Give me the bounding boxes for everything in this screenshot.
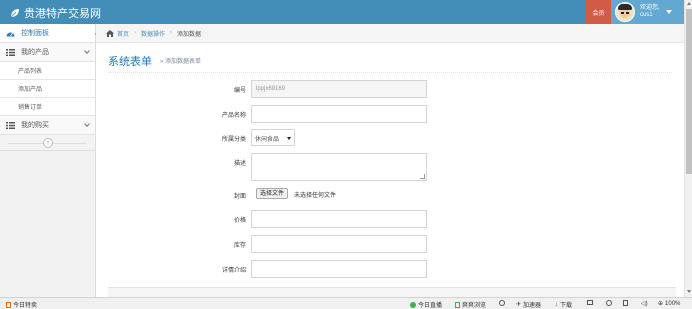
sidebar-item-label: 控制面板 xyxy=(21,30,49,37)
list-icon xyxy=(6,48,15,56)
zoom-icon: ⊕ xyxy=(658,301,664,307)
form-row-name: 产品名称 xyxy=(96,105,684,123)
list-icon xyxy=(6,121,15,129)
page-header: 系统表单 » 添加数据表单 xyxy=(108,49,672,73)
file-status-text: 未选择任何文件 xyxy=(294,193,337,199)
breadcrumb-current: 添加数据 xyxy=(177,31,202,38)
description-textarea[interactable] xyxy=(251,153,427,181)
stock-field[interactable] xyxy=(251,235,427,253)
form-row-code: 编号 lppjx69169 xyxy=(96,80,684,98)
today-sale-link[interactable]: 今日特卖 xyxy=(6,300,37,309)
detail-label: 详情介绍 xyxy=(221,268,246,274)
sidebar-collapse: « xyxy=(0,135,95,151)
leaf-icon xyxy=(10,9,19,18)
browse-link[interactable]: 爽爽浏览 xyxy=(455,300,486,309)
download-link[interactable]: ↓ 下载 xyxy=(555,300,572,309)
form-row-stock: 库存 xyxy=(96,235,684,253)
welcome-text: 欢迎您, xyxy=(640,5,660,11)
product-name-field[interactable] xyxy=(251,105,427,123)
today-sale-label: 今日特卖 xyxy=(13,303,38,309)
live-link[interactable]: 今日直播 xyxy=(410,300,442,309)
breadcrumb-data-ops[interactable]: 数据操作 xyxy=(141,29,165,38)
top-navbar: 贵港特产交易网 会员 欢迎您, cus1 xyxy=(0,0,684,24)
live-label: 今日直播 xyxy=(418,303,443,309)
sidebar-subitem-add-product[interactable]: 添加产品 xyxy=(0,80,95,98)
form-row-detail: 详情介绍 xyxy=(96,260,684,278)
sidebar: 控制面板 我的产品 产品列表 添加产品 销售订单 我的购买 « xyxy=(0,24,102,297)
code-label: 编号 xyxy=(233,88,246,94)
category-select[interactable]: 休闲食品 xyxy=(251,129,295,146)
breadcrumb-home[interactable]: 首页 xyxy=(117,29,129,38)
description-label: 描述 xyxy=(233,161,246,167)
chevron-down-icon xyxy=(84,121,90,127)
category-label: 所属分类 xyxy=(221,137,246,143)
user-menu[interactable]: 欢迎您, cus1 xyxy=(611,0,684,24)
resize-grip-icon[interactable] xyxy=(420,174,425,179)
rocket-icon: ✈ xyxy=(516,302,522,308)
accelerator-link[interactable]: ✈ 加速器 xyxy=(516,300,541,309)
browser-status-bar: 今日特卖 今日直播 爽爽浏览 ✈ 加速器 ↓ 下载 ◁) ⊕ 100% xyxy=(0,297,692,309)
home-icon xyxy=(106,29,114,37)
dashboard-icon xyxy=(6,32,15,36)
scroll-thumb[interactable] xyxy=(686,9,692,174)
window-icon[interactable] xyxy=(623,300,630,306)
collapse-sidebar-button[interactable]: « xyxy=(43,138,53,148)
settings-icon[interactable] xyxy=(606,300,614,306)
download-icon: ↓ xyxy=(555,301,558,308)
category-selected-value: 休闲食品 xyxy=(255,137,280,143)
username: cus1 xyxy=(640,12,653,18)
chevron-down-icon xyxy=(84,48,90,54)
scroll-down-icon[interactable] xyxy=(687,290,691,293)
gift-icon xyxy=(6,301,11,308)
breadcrumb-separator: › xyxy=(170,30,173,36)
breadcrumb: 首页 › 数据操作 › 添加数据 xyxy=(96,24,684,43)
sidebar-item-label: 我的购买 xyxy=(21,122,49,129)
form-row-price: 价格 xyxy=(96,210,684,228)
sound-icon[interactable]: ◁) xyxy=(641,300,648,307)
sidebar-item-my-purchases[interactable]: 我的购买 xyxy=(0,116,95,135)
form-row-category: 所属分类 休闲食品 xyxy=(96,129,684,147)
extension-icon[interactable] xyxy=(499,300,507,306)
flag-icon[interactable] xyxy=(587,300,595,305)
sidebar-item-dashboard[interactable]: 控制面板 xyxy=(0,24,102,43)
download-label: 下载 xyxy=(560,303,573,309)
sidebar-subitem-product-list[interactable]: 产品列表 xyxy=(0,62,95,80)
phone-icon xyxy=(455,301,460,308)
sidebar-item-label: 我的产品 xyxy=(21,49,49,56)
vertical-scrollbar[interactable] xyxy=(684,0,692,297)
cover-label: 封面 xyxy=(233,194,246,200)
breadcrumb-separator: › xyxy=(134,30,137,36)
price-field[interactable] xyxy=(251,210,427,228)
member-badge[interactable]: 会员 xyxy=(586,0,611,24)
stock-label: 库存 xyxy=(233,243,246,249)
brand-title: 贵港特产交易网 xyxy=(24,8,101,20)
browse-label: 爽爽浏览 xyxy=(462,303,487,309)
form-row-cover: 封面 选择文件 未选择任何文件 xyxy=(96,186,684,204)
zoom-control[interactable]: ⊕ 100% xyxy=(658,300,681,308)
sidebar-item-my-products[interactable]: 我的产品 xyxy=(0,43,95,62)
code-field[interactable]: lppjx69169 xyxy=(251,80,427,98)
page-title: 系统表单 xyxy=(108,55,152,68)
accelerator-label: 加速器 xyxy=(523,303,542,309)
caret-down-icon xyxy=(665,10,672,14)
brand-logo[interactable]: 贵港特产交易网 xyxy=(10,5,101,21)
sidebar-subitem-sales-orders[interactable]: 销售订单 xyxy=(0,98,95,116)
product-name-label: 产品名称 xyxy=(221,113,246,119)
form-row-description: 描述 xyxy=(96,153,684,181)
play-icon xyxy=(410,301,416,308)
page-subtitle: » 添加数据表单 xyxy=(160,59,202,65)
price-label: 价格 xyxy=(233,218,246,224)
detail-field[interactable] xyxy=(251,260,427,278)
zoom-level: 100% xyxy=(665,300,681,307)
form-actions-bar xyxy=(108,287,676,297)
avatar xyxy=(615,2,635,22)
choose-file-button[interactable]: 选择文件 xyxy=(256,188,289,199)
scroll-up-icon[interactable] xyxy=(687,2,691,5)
dropdown-arrow-icon xyxy=(287,137,291,140)
